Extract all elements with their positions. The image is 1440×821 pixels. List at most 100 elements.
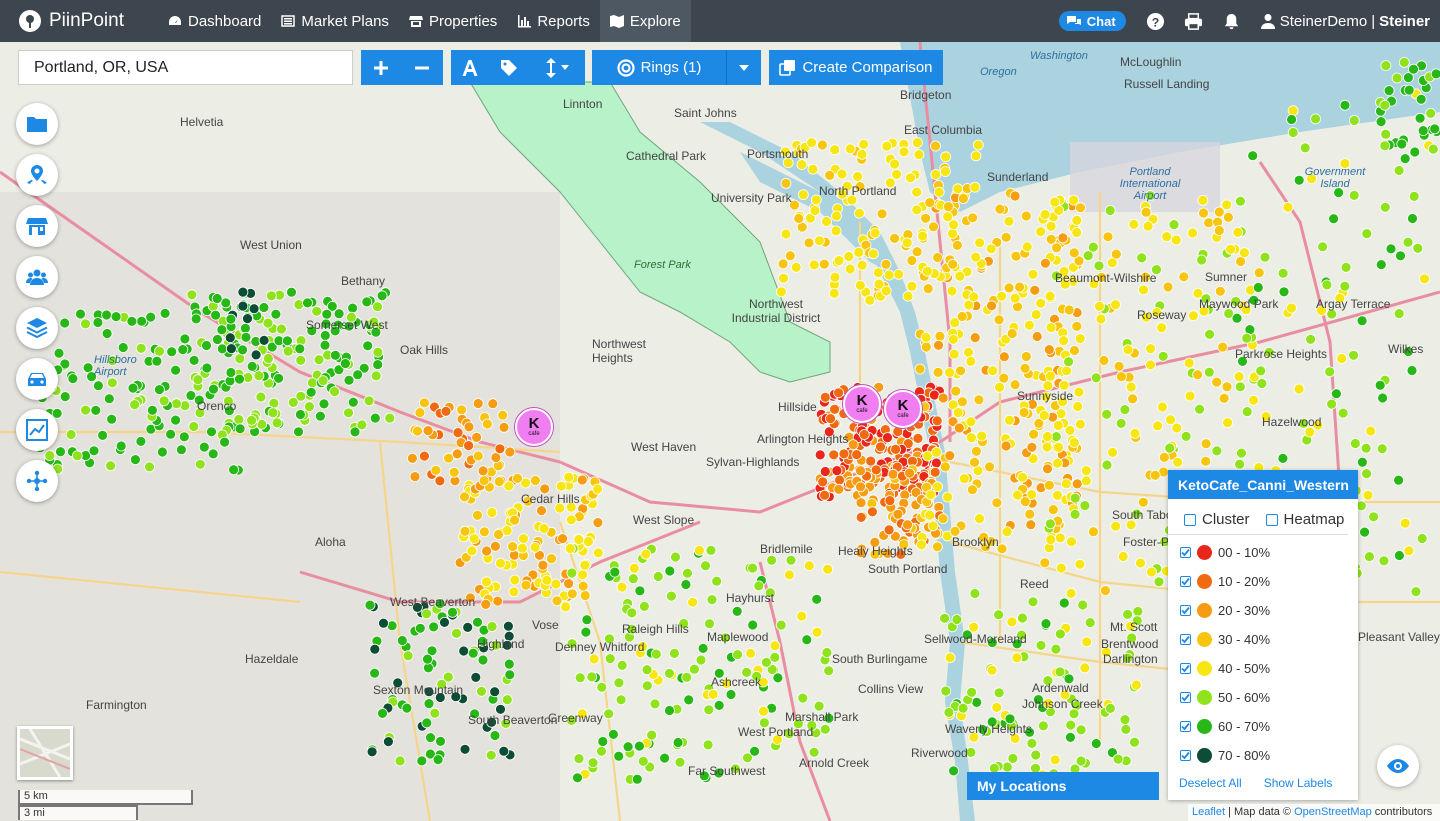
- nav-dashboard[interactable]: Dashboard: [158, 0, 271, 42]
- data-point: [796, 610, 808, 622]
- data-point: [1020, 351, 1032, 362]
- osm-link[interactable]: OpenStreetMap: [1294, 806, 1372, 818]
- print-button[interactable]: [1184, 11, 1204, 31]
- data-point: [329, 386, 341, 398]
- data-point: [188, 421, 200, 432]
- keto-cafe-marker[interactable]: Kcafe: [884, 390, 922, 428]
- keto-cafe-marker[interactable]: Kcafe: [843, 385, 881, 423]
- legend-row[interactable]: 30 - 40%: [1168, 625, 1358, 654]
- height-tool-button[interactable]: [529, 50, 585, 85]
- data-point: [177, 344, 189, 356]
- data-point: [520, 579, 532, 591]
- notifications-button[interactable]: [1222, 11, 1242, 31]
- create-comparison-button[interactable]: Create Comparison: [769, 50, 943, 85]
- data-point: [339, 358, 351, 369]
- rings-button[interactable]: Rings (1): [592, 50, 727, 85]
- tag-tool-button[interactable]: [489, 50, 529, 85]
- legend-row[interactable]: 10 - 20%: [1168, 567, 1358, 596]
- layers-tool-button[interactable]: [16, 307, 58, 349]
- data-point: [814, 235, 825, 247]
- user-menu[interactable]: SteinerDemo | Steiner: [1260, 13, 1430, 30]
- data-point: [891, 168, 902, 180]
- traffic-tool-button[interactable]: [16, 358, 58, 400]
- brand[interactable]: PiinPoint: [0, 10, 158, 32]
- data-point: [947, 228, 958, 240]
- data-point: [858, 429, 870, 440]
- data-point: [1299, 142, 1311, 154]
- legend-row[interactable]: 00 - 10%: [1168, 538, 1358, 567]
- data-point: [1235, 195, 1246, 207]
- help-button[interactable]: ?: [1146, 11, 1166, 31]
- cluster-checkbox[interactable]: [1184, 513, 1196, 526]
- map-label: Darlington: [1103, 652, 1158, 666]
- data-point: [75, 308, 86, 320]
- legend-row[interactable]: 40 - 50%: [1168, 654, 1358, 683]
- legend-row[interactable]: 60 - 70%: [1168, 712, 1358, 741]
- data-point: [186, 289, 198, 301]
- data-point: [430, 464, 442, 476]
- nav-market-plans[interactable]: Market Plans: [271, 0, 399, 42]
- data-point: [1035, 297, 1047, 309]
- keto-cafe-marker[interactable]: Kcafe: [515, 408, 553, 446]
- legend-row[interactable]: 70 - 80%: [1168, 741, 1358, 770]
- chat-button[interactable]: Chat: [1058, 11, 1126, 31]
- data-point: [943, 707, 955, 718]
- heatmap-checkbox[interactable]: [1265, 513, 1278, 526]
- nav-reports-label: Reports: [537, 12, 590, 30]
- legend-links: Deselect All Show Labels: [1168, 770, 1358, 796]
- data-point: [319, 330, 331, 341]
- data-point: [489, 540, 501, 552]
- demographics-tool-button[interactable]: [16, 256, 58, 298]
- basemap-switcher-thumbnail[interactable]: [17, 726, 73, 780]
- deselect-all-link[interactable]: Deselect All: [1179, 776, 1242, 790]
- nav-properties[interactable]: Properties: [399, 0, 507, 42]
- nav-explore[interactable]: Explore: [599, 0, 691, 42]
- data-point: [201, 340, 212, 351]
- text-tool-button[interactable]: [451, 50, 489, 85]
- legend-row[interactable]: 20 - 30%: [1168, 596, 1358, 625]
- my-locations-panel-header[interactable]: My Locations: [967, 772, 1159, 800]
- leaflet-link[interactable]: Leaflet: [1192, 806, 1225, 818]
- visibility-toggle-button[interactable]: [1377, 745, 1419, 787]
- locations-tool-button[interactable]: [16, 154, 58, 196]
- data-point: [933, 186, 945, 198]
- show-labels-link[interactable]: Show Labels: [1264, 776, 1333, 790]
- data-point: [613, 750, 625, 762]
- heatmap-toggle[interactable]: Heatmap: [1265, 511, 1344, 528]
- legend-row-checkbox[interactable]: [1180, 663, 1191, 674]
- properties-tool-button[interactable]: [16, 205, 58, 247]
- cluster-toggle[interactable]: Cluster: [1184, 511, 1250, 528]
- data-point: [501, 694, 513, 706]
- zoom-in-button[interactable]: [361, 50, 401, 85]
- rings-dropdown-button[interactable]: [727, 50, 761, 85]
- data-point: [833, 387, 844, 399]
- data-point: [293, 426, 304, 438]
- vertical-arrows-icon: [546, 57, 556, 78]
- data-point: [1419, 273, 1430, 285]
- data-point: [807, 163, 819, 175]
- data-point: [1253, 267, 1265, 279]
- data-point: [1328, 213, 1339, 225]
- data-point: [1065, 719, 1077, 731]
- legend-row-checkbox[interactable]: [1180, 547, 1191, 558]
- data-point: [372, 301, 383, 313]
- data-point: [1110, 299, 1121, 311]
- data-point: [583, 536, 594, 547]
- location-search-input[interactable]: [18, 50, 353, 85]
- map-label: Parkrose Heights: [1235, 347, 1328, 361]
- legend-row-checkbox[interactable]: [1180, 721, 1191, 732]
- minus-icon: [415, 66, 429, 69]
- nav-reports[interactable]: Reports: [507, 0, 600, 42]
- legend-row-checkbox[interactable]: [1180, 605, 1191, 616]
- data-point: [963, 346, 974, 358]
- network-tool-button[interactable]: [16, 460, 58, 502]
- zoom-out-button[interactable]: [401, 50, 443, 85]
- analytics-tool-button[interactable]: [16, 409, 58, 451]
- legend-row-checkbox[interactable]: [1180, 750, 1191, 761]
- legend-row-checkbox[interactable]: [1180, 576, 1191, 587]
- folder-tool-button[interactable]: [16, 103, 58, 145]
- data-point: [425, 732, 436, 743]
- legend-row-checkbox[interactable]: [1180, 692, 1191, 703]
- legend-row-checkbox[interactable]: [1180, 634, 1191, 645]
- legend-row[interactable]: 50 - 60%: [1168, 683, 1358, 712]
